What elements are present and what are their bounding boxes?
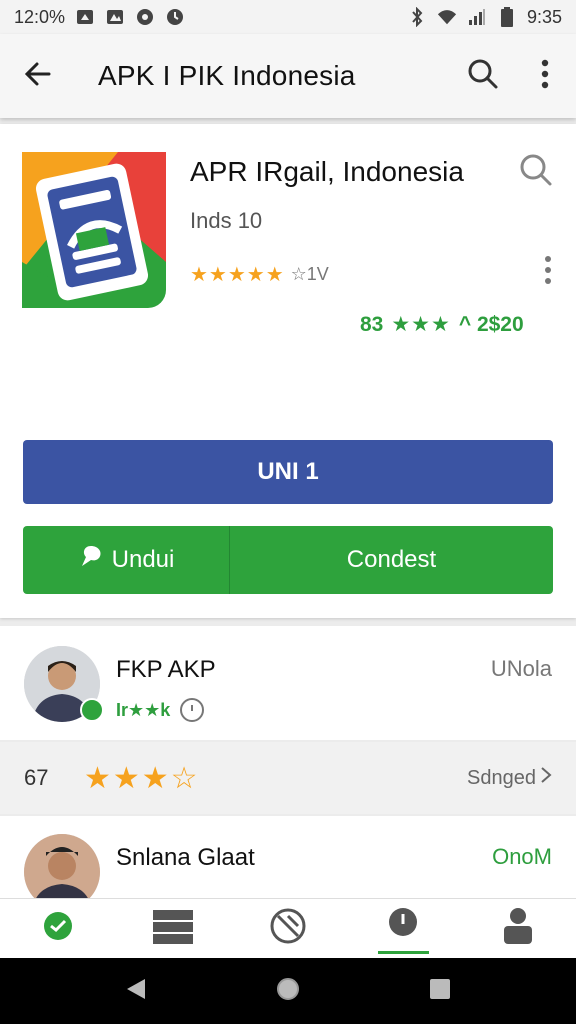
home-circle-icon — [275, 976, 301, 1007]
system-navigation-bar — [0, 958, 576, 1024]
review-author: FKP AKP — [116, 656, 216, 683]
download-label: Undui — [111, 546, 175, 573]
nav-explore[interactable] — [230, 899, 345, 958]
see-more-link[interactable]: Sdnged — [467, 766, 552, 790]
nav-storage[interactable] — [115, 899, 230, 958]
back-triangle-icon — [125, 977, 147, 1006]
review-author: Snlana Glaat — [116, 844, 255, 871]
review-subline: Ir★★k — [116, 698, 205, 722]
connect-button[interactable]: Condest — [230, 526, 553, 594]
status-time-left: 12:0% — [14, 6, 66, 27]
rating-number: 67 — [24, 765, 49, 790]
more-vert-icon — [541, 59, 549, 94]
green-prefix: 83 — [360, 312, 384, 336]
chat-icon — [41, 909, 75, 948]
online-badge — [80, 698, 104, 722]
app-logo-icon[interactable] — [22, 152, 166, 308]
nav-chat[interactable] — [0, 899, 115, 958]
app-bar: APK I PIK Indonesia — [0, 34, 576, 118]
system-recents-button[interactable] — [410, 961, 470, 1021]
nav-profile[interactable] — [461, 899, 576, 958]
install-button[interactable]: UNI 1 — [23, 440, 553, 504]
circle-icon — [135, 7, 155, 27]
card-search-button[interactable] — [514, 150, 558, 194]
recents-square-icon — [429, 978, 451, 1005]
back-button[interactable] — [0, 34, 76, 118]
search-icon — [519, 153, 553, 192]
download-button[interactable]: Undui — [23, 526, 230, 594]
bluetooth-icon — [407, 7, 427, 27]
rating-count: ☆1V — [290, 264, 329, 284]
profile-icon — [501, 906, 535, 951]
photo-icon — [105, 7, 125, 27]
app-meta: Inds 10 — [190, 208, 263, 233]
download-icon — [78, 544, 104, 577]
green-rating-row: 83 ★★★ ^ 2$20 — [360, 312, 524, 337]
more-vert-icon — [544, 255, 552, 290]
green-stars: ★★★ — [391, 313, 451, 336]
overflow-menu-button[interactable] — [514, 34, 576, 118]
card-overflow-button[interactable] — [530, 254, 566, 290]
download-button-group: Undui Condest — [23, 526, 553, 594]
status-time-right: 9:35 — [526, 6, 562, 27]
review-item[interactable]: Snlana Glaat OnoM — [0, 816, 576, 898]
app-rating: ★★★★★ ☆1V — [190, 262, 329, 287]
review-tag: UNola — [490, 656, 552, 681]
signal-icon — [467, 7, 487, 27]
connect-label: Condest — [346, 546, 437, 573]
search-icon — [467, 58, 499, 95]
chevron-right-icon — [540, 766, 552, 790]
nav-downloads[interactable] — [346, 899, 461, 958]
green-value: ^ 2$20 — [458, 312, 524, 336]
star-rating: ★★★☆ — [84, 761, 200, 795]
system-home-button[interactable] — [258, 961, 318, 1021]
search-button[interactable] — [452, 34, 514, 118]
review-tag: OnoM — [492, 844, 552, 869]
page-title: APK I PIK Indonesia — [98, 60, 356, 91]
rating-strip: 67 ★★★☆ Sdnged — [0, 742, 576, 814]
notification-icon — [75, 7, 95, 27]
review-item[interactable]: FKP AKP UNola Ir★★k — [0, 626, 576, 740]
system-back-button[interactable] — [106, 961, 166, 1021]
review-subline-text: Ir★★k — [116, 699, 171, 720]
arrow-back-icon — [23, 59, 53, 94]
status-bar: 12:0% 9:35 — [0, 0, 576, 34]
avatar — [24, 834, 100, 898]
clock-icon — [180, 698, 205, 722]
bottom-navigation — [0, 898, 576, 958]
compass-icon — [268, 906, 308, 951]
star-rating: ★★★★★ — [190, 264, 285, 286]
app-name: APR IRgail, Indonesia — [190, 156, 464, 187]
storage-icon — [151, 906, 195, 951]
see-more-label: Sdnged — [467, 766, 536, 789]
battery-icon — [497, 7, 517, 27]
download-icon — [385, 906, 421, 951]
wifi-icon — [437, 7, 457, 27]
app-card: APR IRgail, Indonesia Inds 10 ★★★★★ ☆1V … — [0, 124, 576, 618]
clock-icon — [165, 7, 185, 27]
